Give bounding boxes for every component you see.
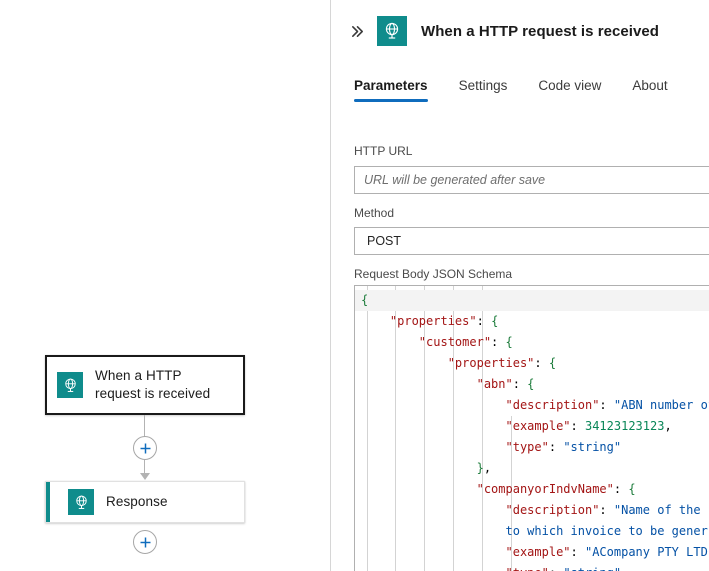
tab-settings[interactable]: Settings — [459, 78, 508, 102]
http-globe-icon — [57, 372, 83, 398]
code-line: "example": "ACompany PTY LTD — [505, 545, 708, 559]
code-line: "customer": { — [418, 335, 513, 349]
code-line: "description": "ABN number of — [505, 398, 709, 412]
panel-title: When a HTTP request is received — [421, 22, 660, 40]
http-globe-icon — [68, 489, 94, 515]
add-action-button-2[interactable] — [133, 530, 157, 554]
schema-code-lines: { "properties": { "customer": { "propert… — [355, 286, 709, 571]
panel-tabs: Parameters Settings Code view About — [331, 78, 709, 114]
http-url-input[interactable]: URL will be generated after save — [354, 166, 709, 194]
workflow-canvas[interactable]: When a HTTP request is received Response — [0, 0, 330, 571]
code-line: "type": "string" — [355, 563, 709, 571]
trigger-details-panel: When a HTTP request is received Paramete… — [330, 0, 709, 571]
code-line: "description": "Name of the — [505, 503, 701, 517]
workflow-node-label: When a HTTP request is received — [95, 368, 211, 401]
code-line: "properties": { — [447, 356, 557, 370]
code-line: to which invoice to be gener — [505, 524, 708, 538]
tab-parameters[interactable]: Parameters — [354, 78, 428, 102]
connector-arrow — [140, 473, 150, 480]
request-body-schema-label: Request Body JSON Schema — [354, 267, 513, 281]
workflow-node-response[interactable]: Response — [45, 481, 245, 523]
code-line: "properties": { — [389, 314, 499, 328]
tab-code-view[interactable]: Code view — [538, 78, 601, 102]
connector-line — [144, 460, 145, 474]
double-chevron-right-icon[interactable] — [345, 19, 369, 43]
code-line: "companyorIndvName": { — [476, 482, 636, 496]
method-label: Method — [354, 206, 395, 220]
logic-app-designer: When a HTTP request is received Response… — [0, 0, 709, 571]
code-line: { — [355, 290, 709, 311]
add-action-button-1[interactable] — [133, 436, 157, 460]
panel-header: When a HTTP request is received — [331, 0, 709, 62]
workflow-node-label: Response — [106, 494, 168, 510]
node-accent-bar — [46, 482, 50, 522]
request-body-schema-editor[interactable]: { "properties": { "customer": { "propert… — [354, 285, 709, 571]
code-line: "type": "string" — [505, 440, 622, 454]
code-line: }, — [476, 461, 492, 475]
tab-about[interactable]: About — [632, 78, 667, 102]
workflow-node-trigger[interactable]: When a HTTP request is received — [45, 355, 245, 415]
method-select[interactable]: POST — [354, 227, 709, 255]
http-url-label: HTTP URL — [354, 144, 413, 158]
http-globe-icon — [377, 16, 407, 46]
code-line: "abn": { — [476, 377, 535, 391]
code-line: "example": 34123123123, — [505, 419, 672, 433]
